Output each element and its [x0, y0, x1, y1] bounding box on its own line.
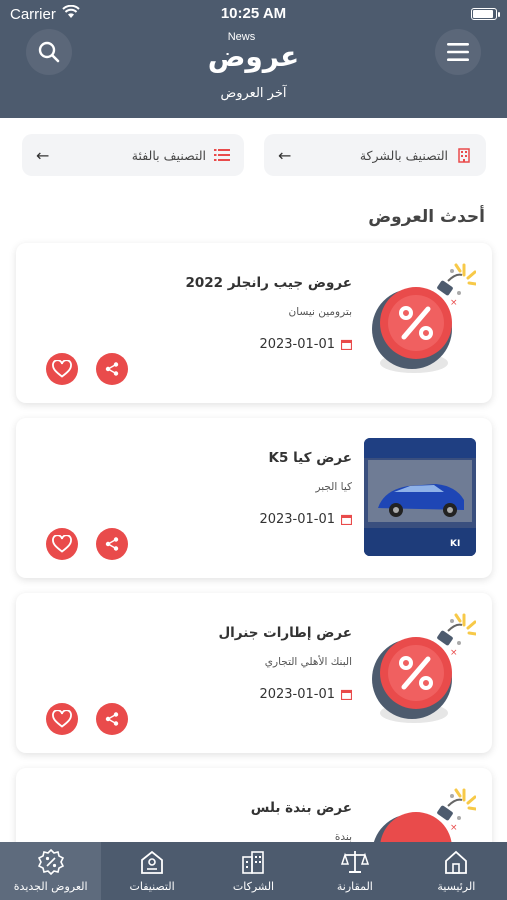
clock: 10:25 AM — [220, 5, 287, 22]
svg-text:×: × — [450, 648, 458, 658]
offer-company: كيا الجبر — [315, 481, 352, 493]
status-bar: Carrier 10:25 AM — [0, 0, 507, 28]
share-icon — [105, 537, 119, 551]
filter-by-category-label: التصنيف بالفئة — [131, 147, 206, 163]
tab-compare[interactable]: المقارنة — [304, 842, 405, 900]
tab-home-label: الرئيسية — [437, 880, 476, 893]
menu-button[interactable] — [435, 29, 481, 75]
calendar-icon — [341, 339, 352, 350]
arrow-left-icon: ← — [278, 145, 292, 165]
battery-icon — [471, 8, 500, 20]
offer-company: بترومين نيسان — [288, 306, 352, 318]
share-button[interactable] — [96, 528, 128, 560]
filter-by-category-button[interactable]: التصنيف بالفئة ← — [22, 134, 244, 176]
offer-title: عرض بندة بلس — [250, 800, 352, 816]
tab-categories[interactable]: التصنيفات — [101, 842, 202, 900]
tab-companies-label: الشركات — [232, 880, 275, 893]
share-icon — [105, 712, 119, 726]
offer-date: 2023-01-01 — [259, 337, 352, 352]
offer-date: 2023-01-01 — [259, 512, 352, 527]
offer-company: البنك الأهلي التجاري — [264, 656, 352, 668]
categories-icon — [138, 848, 166, 876]
svg-text:KI: KI — [450, 539, 460, 549]
car-photo: KI — [364, 438, 476, 556]
offer-card[interactable]: × عروض جيب رانجلر 2022 بترومين نيسان 202… — [16, 243, 492, 403]
hamburger-menu-icon — [447, 43, 469, 61]
app-header: Carrier 10:25 AM News عروض آخر العروض — [0, 0, 507, 118]
tab-categories-label: التصنيفات — [129, 880, 175, 893]
discount-badge-icon — [37, 848, 65, 876]
heart-icon — [52, 710, 72, 728]
tab-companies[interactable]: الشركات — [203, 842, 304, 900]
offer-title: عرض كيا K5 — [268, 450, 352, 466]
share-icon — [105, 362, 119, 376]
favorite-button[interactable] — [46, 703, 78, 735]
calendar-icon — [341, 689, 352, 700]
app-logo: عروض — [207, 40, 300, 73]
building-icon — [456, 147, 472, 163]
discount-bomb-icon: × — [364, 263, 478, 381]
offer-date-label: 2023-01-01 — [259, 687, 335, 702]
filter-by-company-label: التصنيف بالشركة — [359, 147, 448, 163]
offer-date-label: 2023-01-01 — [259, 337, 335, 352]
svg-text:×: × — [450, 823, 458, 833]
offer-title: عروض جيب رانجلر 2022 — [185, 275, 353, 291]
tab-new-offers[interactable]: العروض الجديدة — [0, 842, 102, 900]
calendar-icon — [341, 514, 352, 525]
bottom-tab-bar: الرئيسية المقارنة الشركات التصنيفات العر… — [0, 842, 507, 900]
tab-new-offers-label: العروض الجديدة — [13, 880, 88, 893]
discount-bomb-icon: × — [364, 613, 478, 731]
svg-text:×: × — [450, 298, 458, 308]
share-button[interactable] — [96, 353, 128, 385]
offer-card[interactable]: × عرض إطارات جنرال البنك الأهلي التجاري … — [16, 593, 492, 753]
section-title: أحدث العروض — [368, 207, 485, 227]
tab-home[interactable]: الرئيسية — [406, 842, 507, 900]
favorite-button[interactable] — [46, 528, 78, 560]
offer-date: 2023-01-01 — [259, 687, 352, 702]
offer-date-label: 2023-01-01 — [259, 512, 335, 527]
heart-icon — [52, 535, 72, 553]
list-icon — [214, 147, 230, 163]
share-button[interactable] — [96, 703, 128, 735]
offer-card[interactable]: KI عرض كيا K5 كيا الجبر 2023-01-01 — [16, 418, 492, 578]
arrow-left-icon: ← — [36, 145, 50, 165]
filter-by-company-button[interactable]: التصنيف بالشركة ← — [264, 134, 486, 176]
offer-title: عرض إطارات جنرال — [218, 625, 352, 641]
scale-icon — [340, 848, 369, 876]
favorite-button[interactable] — [46, 353, 78, 385]
buildings-icon — [239, 848, 267, 876]
heart-icon — [52, 360, 72, 378]
tab-compare-label: المقارنة — [336, 880, 373, 893]
page-subtitle: آخر العروض — [220, 86, 287, 101]
home-icon — [442, 848, 470, 876]
